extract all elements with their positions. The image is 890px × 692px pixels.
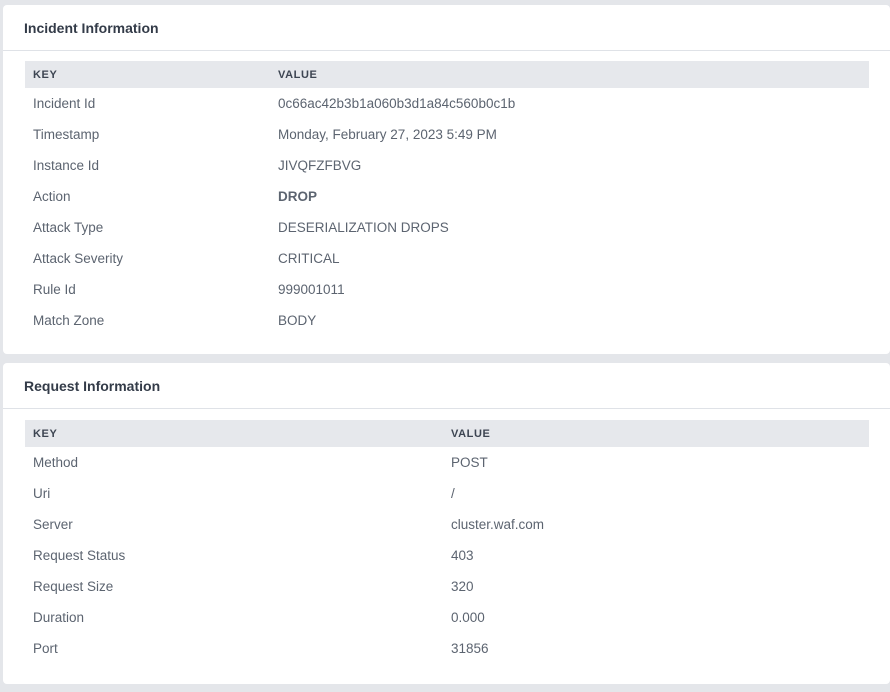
row-value: JIVQFZFBVG — [278, 158, 362, 173]
incident-value-column-header[interactable]: VALUE — [270, 61, 869, 88]
row-value: CRITICAL — [278, 251, 340, 266]
incident-key-column-header[interactable]: KEY — [25, 61, 270, 88]
incident-table: KEY VALUE Incident Id 0c66ac42b3b1a060b3… — [25, 61, 869, 336]
request-row-server: Server cluster.waf.com — [25, 509, 869, 540]
row-key: Server — [33, 517, 73, 532]
row-key: Attack Type — [33, 220, 104, 235]
row-value: POST — [451, 455, 488, 470]
request-key-column-header[interactable]: KEY — [25, 420, 443, 447]
row-value: DESERIALIZATION DROPS — [278, 220, 449, 235]
incident-row-match-zone: Match Zone BODY — [25, 305, 869, 336]
row-value: 0c66ac42b3b1a060b3d1a84c560b0c1b — [278, 96, 516, 111]
incident-card-title: Incident Information — [24, 19, 159, 36]
incident-row-rule-id: Rule Id 999001011 — [25, 274, 869, 305]
row-value: 0.000 — [451, 610, 485, 625]
request-row-method: Method POST — [25, 447, 869, 478]
row-key: Instance Id — [33, 158, 100, 173]
incident-row-timestamp: Timestamp Monday, February 27, 2023 5:49… — [25, 119, 869, 150]
action-value: DROP — [278, 189, 318, 204]
row-key: Port — [33, 641, 58, 656]
row-key: Rule Id — [33, 282, 76, 297]
row-key: Method — [33, 455, 79, 470]
request-row-port: Port 31856 — [25, 633, 869, 664]
incident-table-header-row: KEY VALUE — [25, 61, 869, 88]
incident-row-attack-type: Attack Type DESERIALIZATION DROPS — [25, 212, 869, 243]
row-key: Duration — [33, 610, 85, 625]
incident-card-header: Incident Information — [3, 5, 890, 51]
request-row-duration: Duration 0.000 — [25, 602, 869, 633]
row-value: 31856 — [451, 641, 489, 656]
incident-row-incident-id: Incident Id 0c66ac42b3b1a060b3d1a84c560b… — [25, 88, 869, 119]
request-row-request-size: Request Size 320 — [25, 571, 869, 602]
row-key: Incident Id — [33, 96, 96, 111]
row-value: 403 — [451, 548, 474, 563]
row-key: Attack Severity — [33, 251, 124, 266]
row-value: cluster.waf.com — [451, 517, 545, 532]
incident-row-instance-id: Instance Id JIVQFZFBVG — [25, 150, 869, 181]
request-card-header: Request Information — [3, 363, 890, 409]
incident-row-action: Action DROP — [25, 181, 869, 212]
request-row-uri: Uri / — [25, 478, 869, 509]
incident-information-card: Incident Information KEY VALUE Incident … — [3, 5, 890, 354]
row-value: Monday, February 27, 2023 5:49 PM — [278, 127, 497, 142]
row-key: Timestamp — [33, 127, 100, 142]
row-key: Uri — [33, 486, 51, 501]
incident-row-attack-severity: Attack Severity CRITICAL — [25, 243, 869, 274]
request-table-header-row: KEY VALUE — [25, 420, 869, 447]
row-key: Request Status — [33, 548, 126, 563]
request-table: KEY VALUE Method POST Uri / Server clust… — [25, 420, 869, 664]
request-row-request-status: Request Status 403 — [25, 540, 869, 571]
request-card-title: Request Information — [24, 377, 161, 394]
row-value: BODY — [278, 313, 317, 328]
row-value: 320 — [451, 579, 474, 594]
row-key: Request Size — [33, 579, 114, 594]
request-value-column-header[interactable]: VALUE — [443, 420, 869, 447]
row-key: Match Zone — [33, 313, 105, 328]
row-value: / — [451, 486, 455, 501]
request-information-card: Request Information KEY VALUE Method POS… — [3, 363, 890, 684]
row-value: 999001011 — [278, 282, 345, 297]
row-key: Action — [33, 189, 71, 204]
